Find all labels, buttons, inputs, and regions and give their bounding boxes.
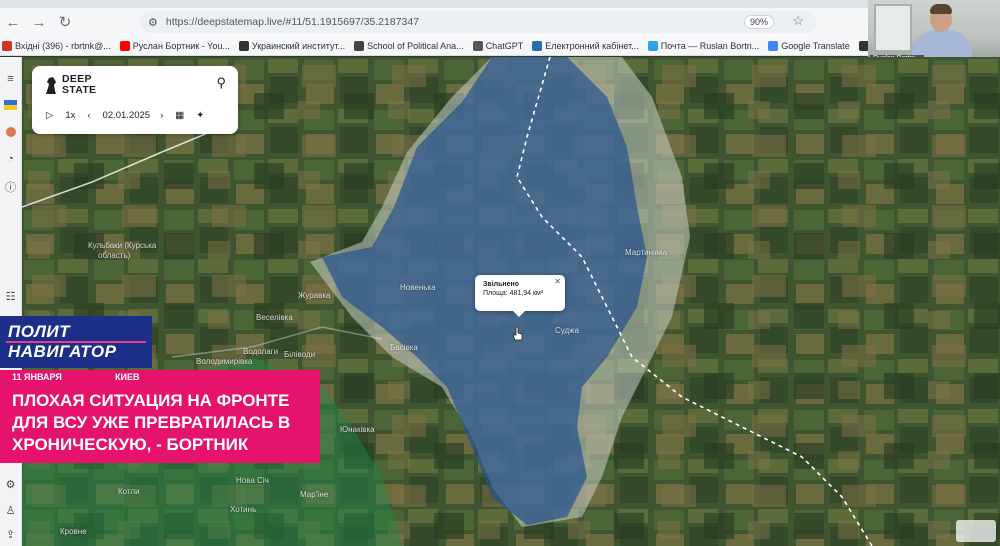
map-place-label: Веселівка <box>256 313 293 322</box>
address-url[interactable]: https://deepstatemap.live/#11/51.1915697… <box>166 16 419 28</box>
bookmark-item[interactable]: ВІДКРИТИЙ ЛИСТ! | У <box>858 40 868 51</box>
map-place-label: область) <box>98 251 131 260</box>
pin-icon[interactable]: ◔ <box>3 151 18 166</box>
bookmark-item[interactable]: Google Translate <box>768 40 850 51</box>
map-place-label: Кульбаки (Курська <box>88 241 157 250</box>
headline-line-1: ПЛОХАЯ СИТУАЦИЯ НА ФРОНТЕ <box>12 391 290 410</box>
webcam-window <box>874 4 912 52</box>
site-info-icon[interactable]: ⚙ <box>148 16 158 29</box>
deepstate-panel: DEEP STATE ⚲ ▷ 1x ‹ 02.01.2025 › ▦ ✦ <box>32 66 238 134</box>
map-place-label: Юнаківка <box>340 425 375 434</box>
browser-toolbar: ← → ↻ ⚙ https://deepstatemap.live/#11/51… <box>0 8 868 36</box>
cursor-hand-icon <box>512 326 523 341</box>
map-place-label: Біліводи <box>284 350 316 359</box>
bookmark-label: Вхідні (396) - rbrtnk@... <box>15 40 111 51</box>
bookmark-favicon-icon <box>238 40 249 51</box>
bookmark-favicon-icon <box>2 40 12 51</box>
popup-area: Площа: 481,94 км² <box>483 290 544 297</box>
speed-selector[interactable]: 1x <box>65 110 75 121</box>
bookmark-item[interactable]: School of Political Ana... <box>354 40 464 51</box>
ukraine-flag-icon[interactable] <box>3 97 18 112</box>
news-logo-bottom: НАВИГАТОР <box>8 342 117 361</box>
news-logo: ПОЛИТ НАВИГАТОР <box>0 316 152 368</box>
bookmark-favicon-icon <box>647 40 658 51</box>
map-place-label: Басівка <box>390 343 418 352</box>
map-place-label: Мартинівка <box>625 248 668 257</box>
menu-icon[interactable]: ≡ <box>3 71 18 86</box>
bookmarks-bar: Вхідні (396) - rbrtnk@... Руслан Бортник … <box>0 36 868 56</box>
bookmark-item[interactable]: Вхідні (396) - rbrtnk@... <box>2 40 111 51</box>
next-date-icon[interactable]: › <box>160 110 163 121</box>
play-icon[interactable]: ▷ <box>46 110 53 121</box>
apple-icon[interactable] <box>3 123 18 138</box>
map-place-label: Нова Січ <box>236 476 269 485</box>
bookmark-item[interactable]: Електронний кабінет... <box>532 40 639 51</box>
headline-line-2: ДЛЯ ВСУ УЖЕ ПРЕВРАТИЛАСЬ В <box>12 413 291 432</box>
close-icon[interactable]: ✕ <box>554 277 561 286</box>
bookmark-favicon-icon <box>532 40 543 51</box>
webcam-overlay: Ruslan Bortni... <box>868 0 1000 64</box>
logo-line-2: STATE <box>62 84 97 96</box>
effects-icon[interactable]: ✦ <box>196 110 204 121</box>
webcam-person-hair <box>930 4 952 14</box>
minimap-thumbnail[interactable] <box>956 520 996 542</box>
settings-icon[interactable]: ⚙ <box>3 477 18 492</box>
news-headline: ПЛОХАЯ СИТУАЦИЯ НА ФРОНТЕ ДЛЯ ВСУ УЖЕ ПР… <box>0 384 320 463</box>
deepstate-logo: DEEP STATE <box>62 74 96 96</box>
bookmark-label: Руслан Бортник - You... <box>132 40 230 51</box>
map-place-label: Кровне <box>60 527 87 536</box>
person-icon[interactable]: ♙ <box>3 503 18 518</box>
bookmark-favicon-icon <box>472 40 483 51</box>
calendar-icon[interactable]: ▦ <box>175 110 184 121</box>
map-place-label: Водолаги <box>243 347 279 356</box>
news-city: КИЕВ <box>115 372 140 382</box>
bookmark-item[interactable]: Руслан Бортник - You... <box>119 40 230 51</box>
map-place-label: Журавка <box>298 291 331 300</box>
news-date: 11 ЯНВАРЯ <box>12 372 62 382</box>
zoom-indicator[interactable]: 90% <box>743 15 774 29</box>
search-icon[interactable]: ⚲ <box>216 75 226 91</box>
current-date[interactable]: 02.01.2025 <box>103 110 151 121</box>
headline-line-3: ХРОНИЧЕСКУЮ, - БОРТНИК <box>12 435 249 454</box>
map-place-label: Суджа <box>555 326 579 335</box>
bookmark-label: ChatGPT <box>485 40 524 51</box>
map-place-label: Котли <box>118 487 140 496</box>
bookmark-label: Почта — Ruslan Bortn... <box>660 40 760 51</box>
bookmark-item[interactable]: ChatGPT <box>472 40 524 51</box>
back-icon[interactable]: ← <box>0 9 26 35</box>
share-icon[interactable]: ⇪ <box>3 527 18 542</box>
address-bar[interactable]: ⚙ https://deepstatemap.live/#11/51.19156… <box>140 11 816 33</box>
bookmark-item[interactable]: Почта — Ruslan Bortn... <box>647 40 760 51</box>
bookmark-label: School of Political Ana... <box>367 40 464 51</box>
map-place-label: Новенька <box>400 283 436 292</box>
bookmark-label: Електронний кабінет... <box>545 40 639 51</box>
bookmark-favicon-icon <box>858 40 868 51</box>
browser-tab-strip <box>0 0 868 8</box>
bookmark-item[interactable]: Украинский институт... <box>238 40 346 51</box>
map-place-label: Володимирівка <box>196 357 253 366</box>
news-logo-top: ПОЛИТ <box>8 322 71 341</box>
news-dateline: 11 ЯНВАРЯ КИЕВ <box>0 370 320 384</box>
timeline-controls: ▷ 1x ‹ 02.01.2025 › ▦ ✦ <box>46 110 216 121</box>
left-sidebar: ≡ ◔ ⓘ ☷ ✎ ⚙ ♙ ⇪ <box>0 57 22 546</box>
info-icon[interactable]: ⓘ <box>3 179 18 194</box>
layers-icon[interactable]: ☷ <box>3 289 18 304</box>
map-place-label: Мар'їне <box>300 490 329 499</box>
bookmark-label: Украинский институт... <box>251 40 346 51</box>
chess-knight-logo-icon <box>46 77 56 94</box>
prev-date-icon[interactable]: ‹ <box>87 110 90 121</box>
forward-icon[interactable]: → <box>26 9 52 35</box>
reload-icon[interactable]: ↻ <box>52 9 78 35</box>
popup-title: Звільнено <box>483 281 520 288</box>
bookmark-favicon-icon <box>119 40 130 51</box>
bookmark-star-icon[interactable]: ☆ <box>792 13 804 29</box>
area-popup: Звільнено Площа: 481,94 км² ✕ <box>475 275 565 317</box>
map-place-label: Хотинь <box>230 505 257 514</box>
bookmark-favicon-icon <box>354 40 365 51</box>
bookmark-label: Google Translate <box>781 40 850 51</box>
bookmark-favicon-icon <box>768 40 779 51</box>
